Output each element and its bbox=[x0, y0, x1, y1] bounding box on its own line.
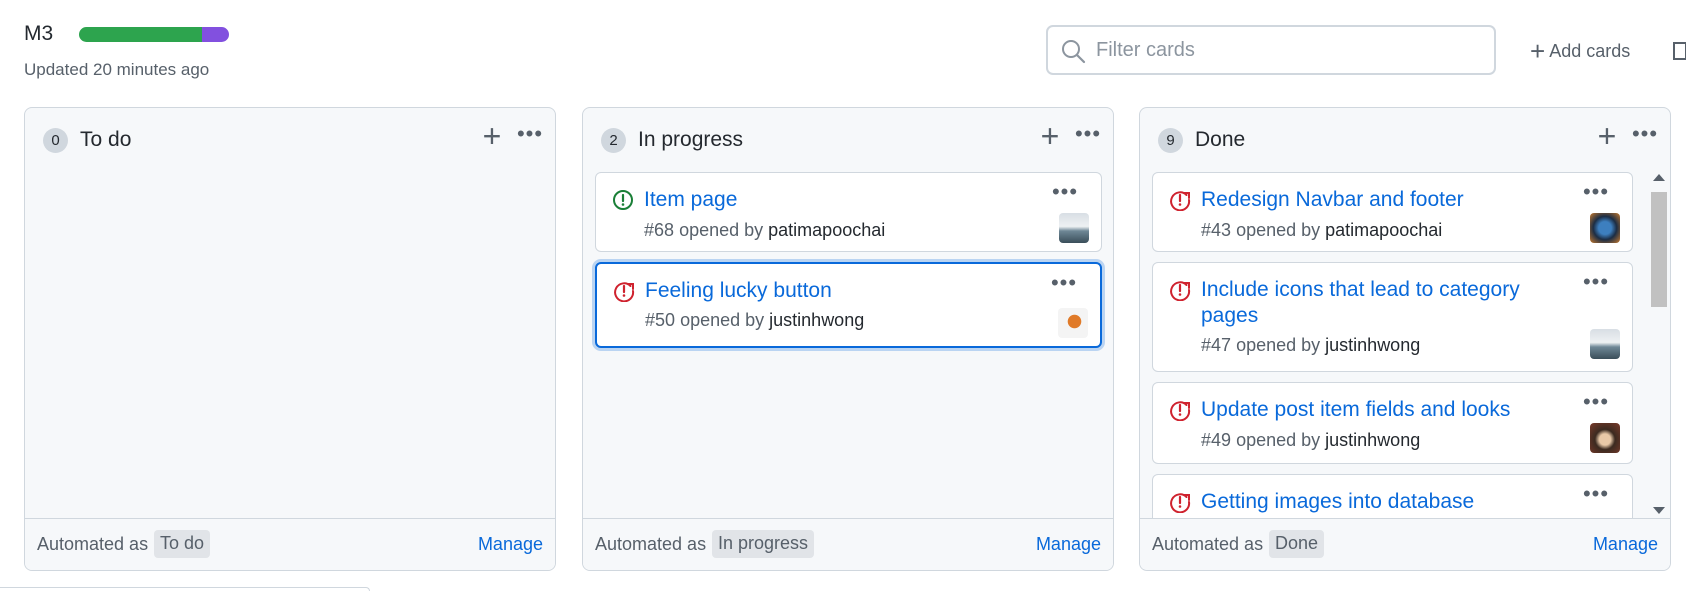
author-link[interactable]: justinhwong bbox=[1325, 335, 1420, 355]
column-more-icon[interactable]: ••• bbox=[1627, 121, 1663, 151]
issue-closed-icon bbox=[614, 282, 635, 302]
card-more-icon[interactable]: ••• bbox=[1578, 391, 1614, 417]
issue-closed-icon bbox=[1170, 401, 1191, 421]
avatar[interactable] bbox=[1590, 329, 1620, 359]
issue-title-link[interactable]: Redesign Navbar and footer bbox=[1201, 187, 1591, 213]
issue-card[interactable]: Include icons that lead to category page… bbox=[1152, 262, 1633, 372]
column-title: Done bbox=[1195, 128, 1246, 151]
issue-number: #47 bbox=[1201, 335, 1232, 355]
issue-closed-icon bbox=[1170, 493, 1191, 513]
issue-closed-icon bbox=[1170, 191, 1191, 211]
issue-card[interactable]: Feeling lucky button #50 opened by justi… bbox=[595, 262, 1102, 348]
avatar[interactable] bbox=[1590, 423, 1620, 453]
column-card-list bbox=[25, 168, 555, 520]
automated-label: Automated as bbox=[1152, 534, 1264, 554]
add-card-plus-icon[interactable]: + bbox=[474, 118, 510, 154]
add-cards-label: Add cards bbox=[1549, 40, 1631, 61]
issue-title-link[interactable]: Update post item fields and looks bbox=[1201, 397, 1591, 423]
avatar[interactable] bbox=[1590, 213, 1620, 243]
issue-meta: #68 opened by patimapoochai bbox=[644, 220, 885, 241]
column-title: In progress bbox=[638, 128, 744, 151]
card-more-icon[interactable]: ••• bbox=[1047, 181, 1083, 207]
column-header: 9 Done + ••• bbox=[1140, 108, 1670, 168]
column-card-list: Item page #68 opened by patimapoochai ••… bbox=[583, 168, 1113, 520]
column-title: To do bbox=[80, 128, 132, 151]
column-count-badge: 9 bbox=[1158, 128, 1183, 153]
opened-by-text: opened by bbox=[1236, 430, 1321, 450]
issue-meta: #49 opened by justinhwong bbox=[1201, 430, 1420, 451]
manage-link[interactable]: Manage bbox=[1593, 534, 1658, 555]
automation-badge: Done bbox=[1269, 530, 1325, 558]
manage-link[interactable]: Manage bbox=[478, 534, 543, 555]
opened-by-text: opened by bbox=[1236, 335, 1321, 355]
column-header: 2 In progress + ••• bbox=[583, 108, 1113, 168]
author-link[interactable]: justinhwong bbox=[1325, 430, 1420, 450]
issue-meta: #43 opened by patimapoochai bbox=[1201, 220, 1442, 241]
fullscreen-icon[interactable] bbox=[1672, 41, 1686, 61]
column-count-badge: 0 bbox=[43, 128, 68, 153]
issue-card[interactable]: Item page #68 opened by patimapoochai ••… bbox=[595, 172, 1102, 252]
issue-card[interactable]: Redesign Navbar and footer #43 opened by… bbox=[1152, 172, 1633, 252]
project-header: M3 Updated 20 minutes ago + Add cards bbox=[0, 0, 1686, 100]
column-in-progress: 2 In progress + ••• Item page #68 opened… bbox=[582, 107, 1114, 571]
issue-title-link[interactable]: Feeling lucky button bbox=[645, 278, 1035, 304]
avatar[interactable] bbox=[1058, 308, 1088, 338]
scroll-up-arrow-icon[interactable] bbox=[1653, 174, 1665, 181]
column-more-icon[interactable]: ••• bbox=[1070, 121, 1106, 151]
issue-title-link[interactable]: Include icons that lead to category page… bbox=[1201, 277, 1541, 329]
search-icon bbox=[1062, 40, 1086, 64]
card-more-icon[interactable]: ••• bbox=[1578, 271, 1614, 297]
updated-timestamp: Updated 20 minutes ago bbox=[24, 60, 210, 79]
add-card-plus-icon[interactable]: + bbox=[1589, 118, 1625, 154]
filter-cards-input[interactable] bbox=[1046, 25, 1496, 75]
avatar[interactable] bbox=[1059, 213, 1089, 243]
column-footer: Automated as To do Manage bbox=[25, 518, 555, 570]
column-footer: Automated as Done Manage bbox=[1140, 518, 1670, 570]
automation-badge: In progress bbox=[712, 530, 815, 558]
issue-meta: #50 opened by justinhwong bbox=[645, 310, 864, 331]
scroll-down-arrow-icon[interactable] bbox=[1653, 507, 1665, 514]
plus-icon: + bbox=[1530, 36, 1546, 66]
author-link[interactable]: justinhwong bbox=[769, 310, 864, 330]
issue-meta: #47 opened by justinhwong bbox=[1201, 335, 1420, 356]
column-footer: Automated as In progress Manage bbox=[583, 518, 1113, 570]
opened-by-text: opened by bbox=[680, 310, 765, 330]
issue-number: #68 bbox=[644, 220, 675, 240]
scroll-thumb[interactable] bbox=[1651, 192, 1667, 307]
opened-by-text: opened by bbox=[679, 220, 764, 240]
automated-label: Automated as bbox=[37, 534, 149, 554]
issue-number: #50 bbox=[645, 310, 676, 330]
author-link[interactable]: patimapoochai bbox=[1325, 220, 1442, 240]
project-title: M3 bbox=[24, 22, 54, 45]
issue-number: #43 bbox=[1201, 220, 1232, 240]
column-header: 0 To do + ••• bbox=[25, 108, 555, 168]
bottom-panel-edge bbox=[0, 587, 370, 591]
issue-number: #49 bbox=[1201, 430, 1232, 450]
issue-open-icon bbox=[613, 190, 633, 210]
issue-closed-icon bbox=[1170, 281, 1191, 301]
column-more-icon[interactable]: ••• bbox=[512, 121, 548, 151]
manage-link[interactable]: Manage bbox=[1036, 534, 1101, 555]
column-todo: 0 To do + ••• Automated as To do Manage bbox=[24, 107, 556, 571]
add-cards-button[interactable]: + Add cards bbox=[1530, 38, 1630, 64]
automation-badge: To do bbox=[154, 530, 211, 558]
issue-card[interactable]: Update post item fields and looks #49 op… bbox=[1152, 382, 1633, 464]
card-more-icon[interactable]: ••• bbox=[1578, 181, 1614, 207]
column-scrollbar[interactable] bbox=[1648, 168, 1670, 520]
issue-title-link[interactable]: Getting images into database bbox=[1201, 489, 1591, 515]
card-more-icon[interactable]: ••• bbox=[1046, 272, 1082, 298]
opened-by-text: opened by bbox=[1236, 220, 1321, 240]
progress-in-progress-segment bbox=[202, 27, 229, 42]
add-card-plus-icon[interactable]: + bbox=[1032, 118, 1068, 154]
card-more-icon[interactable]: ••• bbox=[1578, 483, 1614, 509]
column-done: 9 Done + ••• Redesign Navbar and footer … bbox=[1139, 107, 1671, 571]
column-count-badge: 2 bbox=[601, 128, 626, 153]
column-card-list: Redesign Navbar and footer #43 opened by… bbox=[1140, 168, 1670, 520]
issue-title-link[interactable]: Item page bbox=[644, 187, 1034, 213]
issue-card[interactable]: Getting images into database ••• bbox=[1152, 474, 1633, 520]
author-link[interactable]: patimapoochai bbox=[768, 220, 885, 240]
project-progress-bar bbox=[79, 27, 229, 42]
progress-done-segment bbox=[79, 27, 202, 42]
automated-label: Automated as bbox=[595, 534, 707, 554]
